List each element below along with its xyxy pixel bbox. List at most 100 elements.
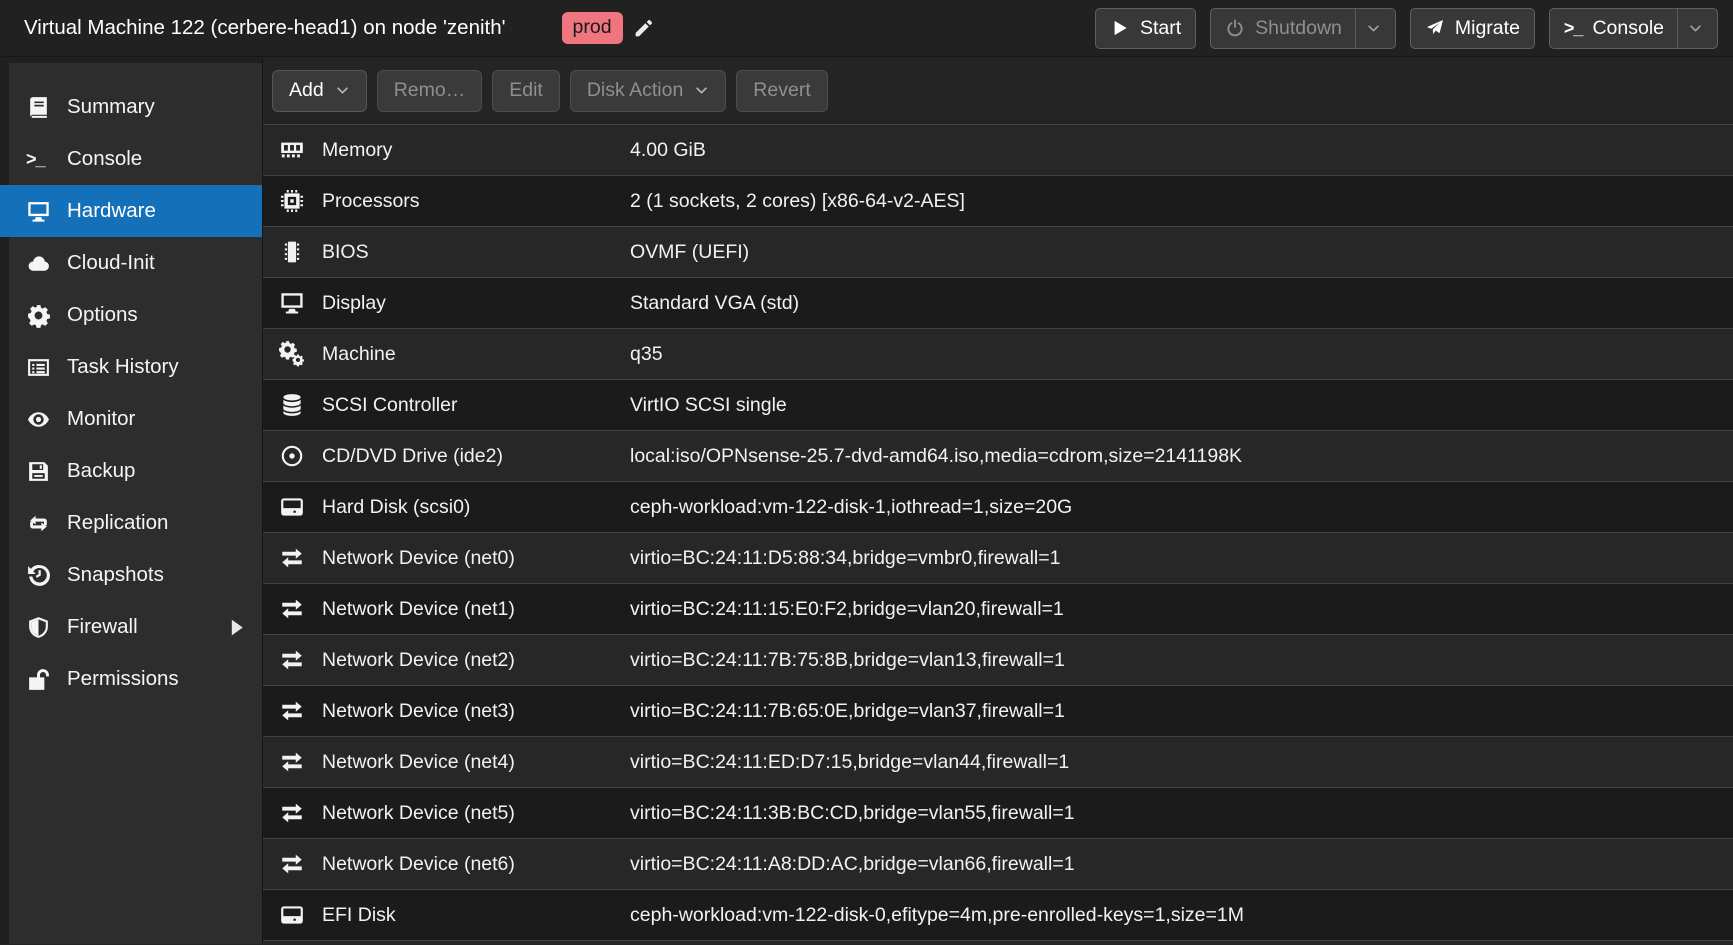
sidebar-item-snapshots[interactable]: Snapshots — [9, 549, 262, 601]
vm-header: Virtual Machine 122 (cerbere-head1) on n… — [0, 0, 1733, 57]
sidebar-item-label: Console — [67, 147, 142, 171]
sidebar-item-label: Monitor — [67, 407, 135, 431]
book-icon — [26, 95, 51, 120]
sidebar-item-task-history[interactable]: Task History — [9, 341, 262, 393]
row-label: Memory — [322, 139, 392, 162]
edit-button[interactable]: Edit — [492, 70, 560, 112]
table-row-net5[interactable]: Network Device (net5) virtio=BC:24:11:3B… — [263, 788, 1733, 839]
row-label: Network Device (net2) — [322, 649, 515, 672]
chevron-down-icon — [1366, 21, 1381, 36]
edit-tag-pencil-icon[interactable] — [633, 18, 654, 39]
row-value: virtio=BC:24:11:7B:75:8B,bridge=vlan13,f… — [630, 649, 1733, 672]
migrate-button[interactable]: Migrate — [1410, 8, 1535, 49]
console-split-button[interactable]: >_ Console — [1549, 8, 1718, 49]
shutdown-split-button[interactable]: Shutdown — [1210, 8, 1396, 49]
row-label-cell: Memory — [263, 137, 630, 163]
row-value: Standard VGA (std) — [630, 292, 1733, 315]
shutdown-button-label: Shutdown — [1255, 17, 1342, 40]
sidebar-item-label: Options — [67, 303, 138, 327]
table-row-net4[interactable]: Network Device (net4) virtio=BC:24:11:ED… — [263, 737, 1733, 788]
cogs-icon — [279, 341, 305, 367]
sidebar-item-cloud-init[interactable]: Cloud-Init — [9, 237, 262, 289]
row-label: Display — [322, 292, 386, 315]
sidebar-item-permissions[interactable]: Permissions — [9, 653, 262, 705]
row-label: Network Device (net3) — [322, 700, 515, 723]
table-row-net1[interactable]: Network Device (net1) virtio=BC:24:11:15… — [263, 584, 1733, 635]
sidebar-item-console[interactable]: >_ Console — [9, 133, 262, 185]
row-label-cell: Network Device (net5) — [263, 800, 630, 826]
hdd-icon — [279, 494, 305, 520]
disk-action-button-label: Disk Action — [587, 79, 683, 102]
table-row-machine[interactable]: Machine q35 — [263, 329, 1733, 380]
row-label: Network Device (net1) — [322, 598, 515, 621]
chevron-down-icon — [1688, 21, 1703, 36]
paper-plane-icon — [1425, 18, 1445, 38]
exchange-icon — [279, 647, 305, 673]
table-row-bios[interactable]: BIOS OVMF (UEFI) — [263, 227, 1733, 278]
row-value: ceph-workload:vm-122-disk-1,iothread=1,s… — [630, 496, 1733, 519]
table-row-scsi-controller[interactable]: SCSI Controller VirtIO SCSI single — [263, 380, 1733, 431]
add-button[interactable]: Add — [272, 70, 367, 112]
memory-icon — [279, 137, 305, 163]
row-value: 4.00 GiB — [630, 139, 1733, 162]
table-row-memory[interactable]: Memory 4.00 GiB — [263, 125, 1733, 176]
unlock-icon — [26, 667, 51, 692]
sidebar-item-label: Permissions — [67, 667, 179, 691]
retweet-icon — [26, 511, 51, 536]
row-value: q35 — [630, 343, 1733, 366]
chevron-down-icon — [335, 83, 350, 98]
chevron-down-icon — [694, 83, 709, 98]
table-row-net3[interactable]: Network Device (net3) virtio=BC:24:11:7B… — [263, 686, 1733, 737]
row-label-cell: Network Device (net2) — [263, 647, 630, 673]
table-row-efi-disk[interactable]: EFI Disk ceph-workload:vm-122-disk-0,efi… — [263, 890, 1733, 941]
sidebar-item-backup[interactable]: Backup — [9, 445, 262, 497]
row-label: EFI Disk — [322, 904, 396, 927]
row-label-cell: Machine — [263, 341, 630, 367]
hdd-icon — [279, 902, 305, 928]
terminal-icon: >_ — [1564, 18, 1583, 39]
table-row-net0[interactable]: Network Device (net0) virtio=BC:24:11:D5… — [263, 533, 1733, 584]
sidebar-menu: Summary >_ Console Hardware Cloud-Init O… — [9, 63, 262, 944]
sidebar-item-summary[interactable]: Summary — [9, 81, 262, 133]
row-label-cell: Processors — [263, 188, 630, 214]
console-dropdown-toggle[interactable] — [1677, 9, 1703, 48]
row-label-cell: CD/DVD Drive (ide2) — [263, 443, 630, 469]
disk-action-button[interactable]: Disk Action — [570, 70, 726, 112]
table-row-display[interactable]: Display Standard VGA (std) — [263, 278, 1733, 329]
row-label: Machine — [322, 343, 396, 366]
row-value: virtio=BC:24:11:D5:88:34,bridge=vmbr0,fi… — [630, 547, 1733, 570]
row-value: virtio=BC:24:11:15:E0:F2,bridge=vlan20,f… — [630, 598, 1733, 621]
row-label: Network Device (net4) — [322, 751, 515, 774]
sidebar-item-replication[interactable]: Replication — [9, 497, 262, 549]
submenu-caret-right-icon[interactable] — [224, 615, 249, 640]
row-label: Network Device (net6) — [322, 853, 515, 876]
table-row-cdrom[interactable]: CD/DVD Drive (ide2) local:iso/OPNsense-2… — [263, 431, 1733, 482]
table-row-net2[interactable]: Network Device (net2) virtio=BC:24:11:7B… — [263, 635, 1733, 686]
bios-chip-icon — [279, 239, 305, 265]
row-label-cell: Display — [263, 290, 630, 316]
migrate-button-label: Migrate — [1455, 17, 1520, 40]
table-row-net6[interactable]: Network Device (net6) virtio=BC:24:11:A8… — [263, 839, 1733, 890]
revert-button-label: Revert — [753, 79, 810, 102]
remove-button[interactable]: Remo… — [377, 70, 483, 112]
sidebar-item-monitor[interactable]: Monitor — [9, 393, 262, 445]
power-icon — [1225, 18, 1245, 38]
shutdown-dropdown-toggle[interactable] — [1355, 9, 1381, 48]
revert-button[interactable]: Revert — [736, 70, 827, 112]
sidebar-item-firewall[interactable]: Firewall — [9, 601, 262, 653]
row-value: virtio=BC:24:11:ED:D7:15,bridge=vlan44,f… — [630, 751, 1733, 774]
edit-button-label: Edit — [509, 79, 543, 102]
start-button[interactable]: Start — [1095, 8, 1196, 49]
row-label-cell: SCSI Controller — [263, 392, 630, 418]
sidebar-item-label: Hardware — [67, 199, 156, 223]
row-value: virtio=BC:24:11:7B:65:0E,bridge=vlan37,f… — [630, 700, 1733, 723]
sidebar-item-options[interactable]: Options — [9, 289, 262, 341]
cpu-icon — [279, 188, 305, 214]
table-row-hard-disk[interactable]: Hard Disk (scsi0) ceph-workload:vm-122-d… — [263, 482, 1733, 533]
floppy-icon — [26, 459, 51, 484]
row-label: CD/DVD Drive (ide2) — [322, 445, 503, 468]
cloud-icon — [26, 251, 51, 276]
row-value: OVMF (UEFI) — [630, 241, 1733, 264]
table-row-processors[interactable]: Processors 2 (1 sockets, 2 cores) [x86-6… — [263, 176, 1733, 227]
sidebar-item-hardware[interactable]: Hardware — [0, 185, 262, 237]
